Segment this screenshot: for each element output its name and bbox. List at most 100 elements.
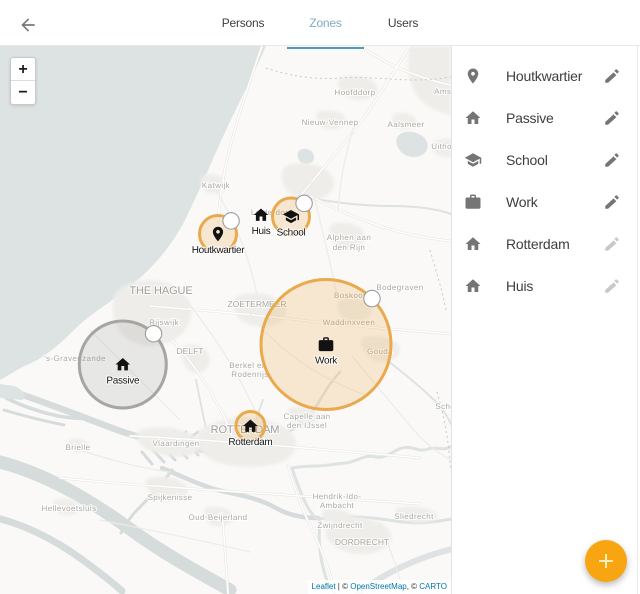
map-label-dordrecht: DORDRECHT	[335, 537, 389, 547]
zone-map-label: Houtkwartier	[192, 245, 245, 256]
edit-icon	[603, 235, 621, 253]
zone-sidebar: Houtkwartier Passive School Work Rotterdam Hu…	[452, 46, 640, 594]
place-icon	[464, 67, 482, 85]
work-icon	[464, 193, 482, 211]
map-zone-work[interactable]: Work	[261, 280, 391, 410]
map-label-spijkenisse: Spijkenisse	[148, 493, 193, 502]
map-attribution: Leaflet | © OpenStreetMap, © CARTO	[308, 580, 451, 594]
zone-list-item-rotterdam[interactable]: Rotterdam	[452, 223, 640, 265]
map-label-nieuw-vennep: Nieuw-Vennep	[302, 118, 359, 127]
home-icon	[464, 277, 482, 295]
zone-name: Work	[506, 194, 538, 210]
map-label-aalsmeer: Aalsmeer	[388, 120, 425, 129]
zone-resize-handle[interactable]	[364, 290, 380, 306]
carto-link[interactable]: CARTO	[419, 582, 447, 591]
plus-icon	[594, 549, 618, 573]
map-label-brielle: Brielle	[65, 443, 90, 452]
edit-icon	[603, 193, 621, 211]
zone-list-item-passive[interactable]: Passive	[452, 97, 640, 139]
zone-list-item-school[interactable]: School	[452, 139, 640, 181]
map-label-zwijndrecht: Zwijndrecht	[317, 521, 363, 530]
map-label-hellevoetsluis: Hellevoetsluis	[42, 504, 97, 513]
leaflet-link[interactable]: Leaflet	[312, 582, 336, 591]
map-label-the-hague: THE HAGUE	[129, 285, 192, 297]
map-label-rodenrijs: Rodenrijs	[231, 370, 268, 379]
home-icon	[464, 235, 482, 253]
zone-name: Rotterdam	[506, 236, 570, 252]
app: Persons Zones Users	[0, 0, 640, 594]
map-label-alphen-aan: Alphen aan	[327, 233, 371, 242]
zone-name: Houtkwartier	[506, 68, 582, 84]
map-label-delft: DELFT	[177, 346, 204, 356]
arrow-back-icon	[18, 15, 38, 35]
edit-zone-button[interactable]	[602, 108, 622, 128]
map-label-vlaardingen: Vlaardingen	[152, 439, 199, 448]
map-label-hendrik-ido-: Hendrik-Ido-	[313, 492, 362, 501]
zone-resize-handle[interactable]	[296, 195, 312, 211]
edit-zone-button[interactable]	[602, 234, 622, 254]
map-label-amstelveen: Amstelveen	[434, 87, 451, 96]
map-label-den-rijn: den Rijn	[333, 243, 366, 252]
zone-name: Passive	[506, 110, 554, 126]
edit-icon	[603, 67, 621, 85]
home-icon	[464, 277, 482, 295]
map-label-uithoorn: Uithoorn	[431, 142, 451, 151]
tab-bar: Persons Zones Users	[205, 0, 436, 45]
map-label-schoonhoven: Schoonhoven	[435, 402, 451, 411]
home-icon	[464, 235, 482, 253]
edit-zone-button[interactable]	[602, 192, 622, 212]
zone-list-item-houtkwartier[interactable]: Houtkwartier	[452, 55, 640, 97]
zone-name: School	[506, 152, 548, 168]
openstreetmap-link[interactable]: OpenStreetMap	[350, 582, 406, 591]
zone-name: Huis	[506, 278, 533, 294]
map-label-berkel-en: Berkel en	[229, 361, 266, 370]
map[interactable]: Hoofddorp Amstelveen Nieuw-Vennep Aalsmeer U…	[0, 46, 452, 594]
tab-label: Users	[388, 16, 418, 30]
add-zone-fab[interactable]	[585, 540, 627, 582]
zone-resize-handle[interactable]	[223, 213, 239, 229]
edit-icon	[603, 109, 621, 127]
scrollbar-track	[637, 46, 638, 594]
school-icon	[464, 151, 482, 169]
zone-map-label: Work	[315, 356, 338, 367]
tab-zones[interactable]: Zones	[287, 0, 364, 45]
zone-list: Houtkwartier Passive School Work Rotterdam Hu…	[452, 46, 640, 307]
map-label-hoofddorp: Hoofddorp	[335, 88, 376, 97]
home-icon	[464, 109, 482, 127]
map-label-ambacht: Ambacht	[320, 501, 355, 510]
map-zoom-control: + −	[10, 57, 36, 105]
zone-map-label: School	[277, 228, 306, 239]
edit-zone-button[interactable]	[602, 150, 622, 170]
back-button[interactable]	[18, 15, 38, 35]
zoom-out-button[interactable]: −	[11, 81, 35, 104]
edit-zone-button[interactable]	[602, 276, 622, 296]
map-zone-passive[interactable]: Passive	[79, 321, 166, 408]
tab-label: Persons	[222, 16, 265, 30]
tab-users[interactable]: Users	[370, 0, 436, 45]
zone-map-label: Rotterdam	[228, 437, 272, 448]
copyright-symbol: , ©	[407, 582, 420, 591]
zone-resize-handle[interactable]	[145, 326, 161, 342]
tab-label: Zones	[309, 16, 341, 30]
zone-list-item-huis[interactable]: Huis	[452, 265, 640, 307]
tab-persons[interactable]: Persons	[205, 0, 281, 45]
edit-zone-button[interactable]	[602, 66, 622, 86]
zone-map-label: Passive	[106, 376, 140, 387]
zoom-in-button[interactable]: +	[11, 58, 35, 81]
active-tab-underline	[287, 47, 364, 49]
work-icon	[464, 193, 482, 211]
place-icon	[464, 67, 482, 85]
edit-icon	[603, 151, 621, 169]
zone-list-item-work[interactable]: Work	[452, 181, 640, 223]
map-label-sliedrecht: Sliedrecht	[394, 512, 434, 521]
map-label-capelle-aan: Capelle aan	[283, 412, 330, 421]
map-label-katwijk: Katwijk	[202, 181, 231, 190]
map-label-bodegraven: Bodegraven	[376, 283, 423, 292]
zone-map-label: Huis	[252, 226, 271, 237]
school-icon	[464, 151, 482, 169]
map-label-oud-beijerland: Oud-Beijerland	[189, 513, 248, 522]
home-icon	[464, 109, 482, 127]
map-canvas: Hoofddorp Amstelveen Nieuw-Vennep Aalsmeer U…	[0, 46, 451, 594]
top-bar: Persons Zones Users	[0, 0, 640, 46]
edit-icon	[603, 277, 621, 295]
